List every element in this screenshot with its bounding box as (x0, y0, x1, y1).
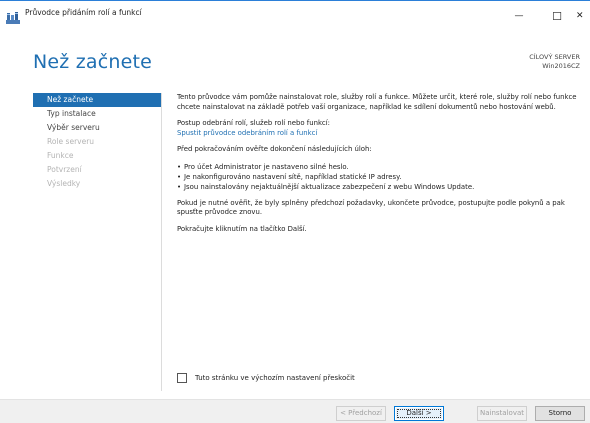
maximize-button[interactable]: ☐ (538, 1, 576, 31)
wizard-nav: Než začnete Typ instalace Výběr serveru … (33, 93, 161, 191)
list-item: Je nakonfigurováno nastavení sítě, napří… (177, 172, 587, 182)
target-server-name: Win2016CZ (542, 62, 580, 70)
minimize-icon: — (514, 11, 524, 21)
prereq-heading: Před pokračováním ověřte dokončení násle… (177, 145, 372, 153)
intro-text: Tento průvodce vám pomůže nainstalovat r… (177, 93, 577, 111)
nav-divider (161, 93, 162, 391)
nav-item-server-roles: Role serveru (47, 137, 95, 146)
nav-item-confirmation: Potvrzení (47, 165, 82, 174)
content-pane: Tento průvodce vám pomůže nainstalovat r… (177, 93, 587, 241)
minimize-button[interactable]: — (500, 1, 538, 31)
nav-item-server-selection[interactable]: Výběr serveru (33, 121, 161, 135)
remove-label: Postup odebrání rolí, služeb rolí nebo f… (177, 119, 330, 127)
server-manager-icon (6, 9, 20, 24)
skip-page-option[interactable]: Tuto stránku ve výchozím nastavení přesk… (177, 373, 355, 383)
remove-section: Postup odebrání rolí, služeb rolí nebo f… (177, 119, 587, 138)
title-bar: Průvodce přidáním rolí a funkcí — ☐ ✕ (0, 1, 590, 31)
wizard-footer: < Předchozí Další > Nainstalovat Storno (0, 399, 590, 423)
maximize-icon: ☐ (552, 9, 562, 23)
skip-page-label[interactable]: Tuto stránku ve výchozím nastavení přesk… (195, 374, 355, 382)
nav-item-results: Výsledky (47, 179, 81, 188)
continue-note: Pokračujte kliknutím na tlačítko Další. (177, 224, 307, 233)
next-button[interactable]: Další > (394, 406, 444, 421)
install-button: Nainstalovat (477, 406, 527, 421)
page-title: Než začnete (33, 51, 153, 73)
close-button[interactable]: ✕ (576, 1, 590, 31)
verify-note: Pokud je nutné ověřit, že byly splněny p… (177, 198, 565, 217)
list-item: Jsou nainstalovány nejaktuálnější aktual… (177, 182, 587, 192)
target-server-label: CÍLOVÝ SERVER (529, 53, 580, 61)
list-item: Pro účet Administrator je nastaveno siln… (177, 162, 587, 172)
cancel-button[interactable]: Storno (535, 406, 585, 421)
skip-page-checkbox[interactable] (177, 373, 187, 383)
remove-roles-link[interactable]: Spustit průvodce odebráním rolí a funkcí (177, 129, 587, 139)
previous-button: < Předchozí (336, 406, 386, 421)
nav-item-before-you-begin[interactable]: Než začnete (33, 93, 161, 107)
wizard-window: Průvodce přidáním rolí a funkcí — ☐ ✕ Ne… (0, 0, 590, 423)
nav-item-features: Funkce (47, 151, 74, 160)
prereq-list: Pro účet Administrator je nastaveno siln… (177, 162, 587, 192)
close-icon: ✕ (576, 11, 584, 21)
window-title: Průvodce přidáním rolí a funkcí (25, 8, 142, 17)
nav-item-installation-type[interactable]: Typ instalace (33, 107, 161, 121)
